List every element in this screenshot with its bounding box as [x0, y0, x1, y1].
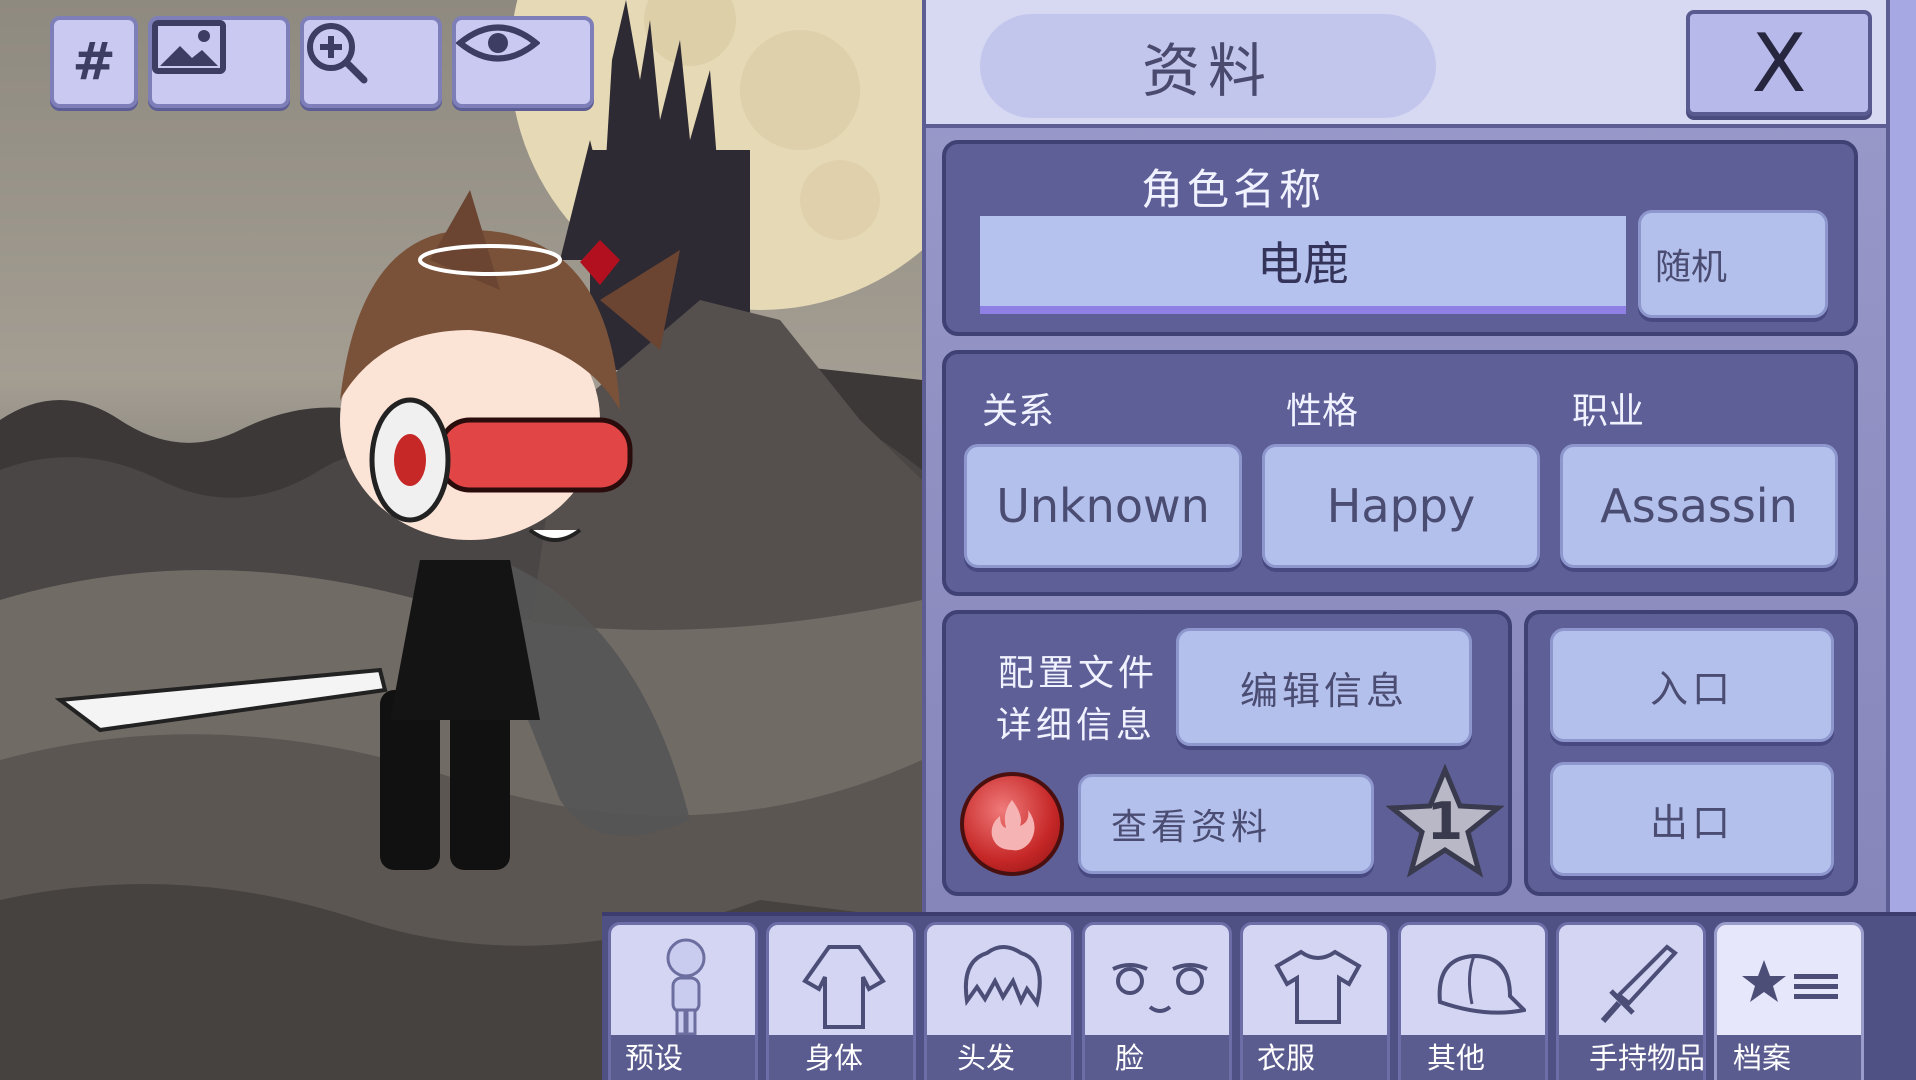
- character-name-section: 角色名称 电鹿 随机: [942, 140, 1858, 336]
- tab-other[interactable]: 其他: [1398, 922, 1548, 1080]
- view-profile-label: 查看资料: [1111, 807, 1272, 848]
- occupation-label: 职业: [1572, 391, 1645, 432]
- profile-list-icon: [1742, 960, 1838, 1002]
- close-button[interactable]: X: [1686, 10, 1872, 116]
- profile-panel: 资料 X 角色名称 电鹿 随机 关系 性格 职业 Unknown Happy A…: [922, 0, 1916, 912]
- random-name-button[interactable]: 随机: [1638, 210, 1828, 318]
- tab-face[interactable]: 脸: [1082, 922, 1232, 1080]
- entrance-button[interactable]: 入口: [1550, 628, 1834, 742]
- profile-details-line1: 配置文件: [998, 653, 1159, 694]
- cap-icon: [1437, 953, 1526, 1015]
- sword-icon: [1600, 944, 1678, 1023]
- visibility-toggle-button[interactable]: [452, 16, 594, 108]
- entrance-exit-section: 入口 出口: [1524, 610, 1858, 896]
- panel-header: 资料 X: [926, 0, 1916, 128]
- shirt-icon: [1274, 949, 1362, 1024]
- occupation-value: Assassin: [1600, 479, 1798, 533]
- body-icon: [802, 945, 886, 1029]
- close-icon: X: [1751, 16, 1807, 110]
- flame-icon: [991, 800, 1035, 851]
- profile-details-line2: 详细信息: [996, 705, 1157, 746]
- profile-details-section: 配置文件 详细信息 编辑信息 查看资料 1: [942, 610, 1512, 896]
- background-image-button[interactable]: [148, 16, 290, 108]
- tab-body[interactable]: 身体: [766, 922, 916, 1080]
- star-rank-value: 1: [1426, 792, 1464, 852]
- personality-button[interactable]: Happy: [1262, 444, 1540, 568]
- tab-label: 身体: [769, 1035, 913, 1080]
- grid-toggle-button[interactable]: #: [50, 16, 138, 108]
- relationship-label: 关系: [982, 391, 1055, 432]
- edit-info-label: 编辑信息: [1239, 668, 1408, 713]
- character-name-value: 电鹿: [1257, 237, 1349, 291]
- category-tab-bar: 预设 身体 头发 脸 衣服 其他 手持物品 档案: [602, 912, 1916, 1080]
- tab-label: 预设: [611, 1035, 755, 1080]
- tab-clothes[interactable]: 衣服: [1240, 922, 1390, 1080]
- hashtag-icon: #: [72, 32, 116, 92]
- star-rank-badge: 1: [1385, 763, 1505, 882]
- personality-label: 性格: [1286, 391, 1359, 432]
- tab-label: 衣服: [1243, 1035, 1387, 1080]
- eye-icon: [456, 24, 540, 62]
- relationship-value: Unknown: [996, 479, 1210, 533]
- tab-hair[interactable]: 头发: [924, 922, 1074, 1080]
- relationship-button[interactable]: Unknown: [964, 444, 1242, 568]
- tab-label: 其他: [1401, 1035, 1545, 1080]
- view-profile-button[interactable]: 查看资料: [1078, 774, 1374, 874]
- personality-value: Happy: [1326, 479, 1476, 533]
- panel-title: 资料: [1141, 37, 1274, 105]
- attributes-section: 关系 性格 职业 Unknown Happy Assassin: [942, 350, 1858, 596]
- tab-held-items[interactable]: 手持物品: [1556, 922, 1706, 1080]
- image-icon: [152, 20, 226, 74]
- tab-profile[interactable]: 档案: [1714, 922, 1864, 1080]
- character-name-input[interactable]: 电鹿: [980, 216, 1626, 314]
- entrance-label: 入口: [1649, 666, 1734, 711]
- exit-button[interactable]: 出口: [1550, 762, 1834, 876]
- panel-edge: [1886, 0, 1916, 912]
- tab-label: 头发: [927, 1035, 1071, 1080]
- fire-button[interactable]: [960, 772, 1064, 876]
- tab-label: 手持物品: [1559, 1035, 1703, 1080]
- character-name-heading: 角色名称: [1140, 165, 1325, 214]
- face-icon: [1112, 963, 1208, 1013]
- tab-preset[interactable]: 预设: [608, 922, 758, 1080]
- tab-label: 脸: [1085, 1035, 1229, 1080]
- occupation-button[interactable]: Assassin: [1560, 444, 1838, 568]
- exit-label: 出口: [1649, 800, 1734, 845]
- tab-label: 档案: [1717, 1035, 1861, 1080]
- panel-title-pill: 资料: [980, 14, 1436, 118]
- edit-info-button[interactable]: 编辑信息: [1176, 628, 1472, 746]
- zoom-in-icon: [307, 23, 368, 84]
- preset-figure-icon: [666, 938, 706, 1036]
- hair-icon: [964, 945, 1042, 1008]
- zoom-in-button[interactable]: [300, 16, 442, 108]
- random-label: 随机: [1655, 247, 1728, 288]
